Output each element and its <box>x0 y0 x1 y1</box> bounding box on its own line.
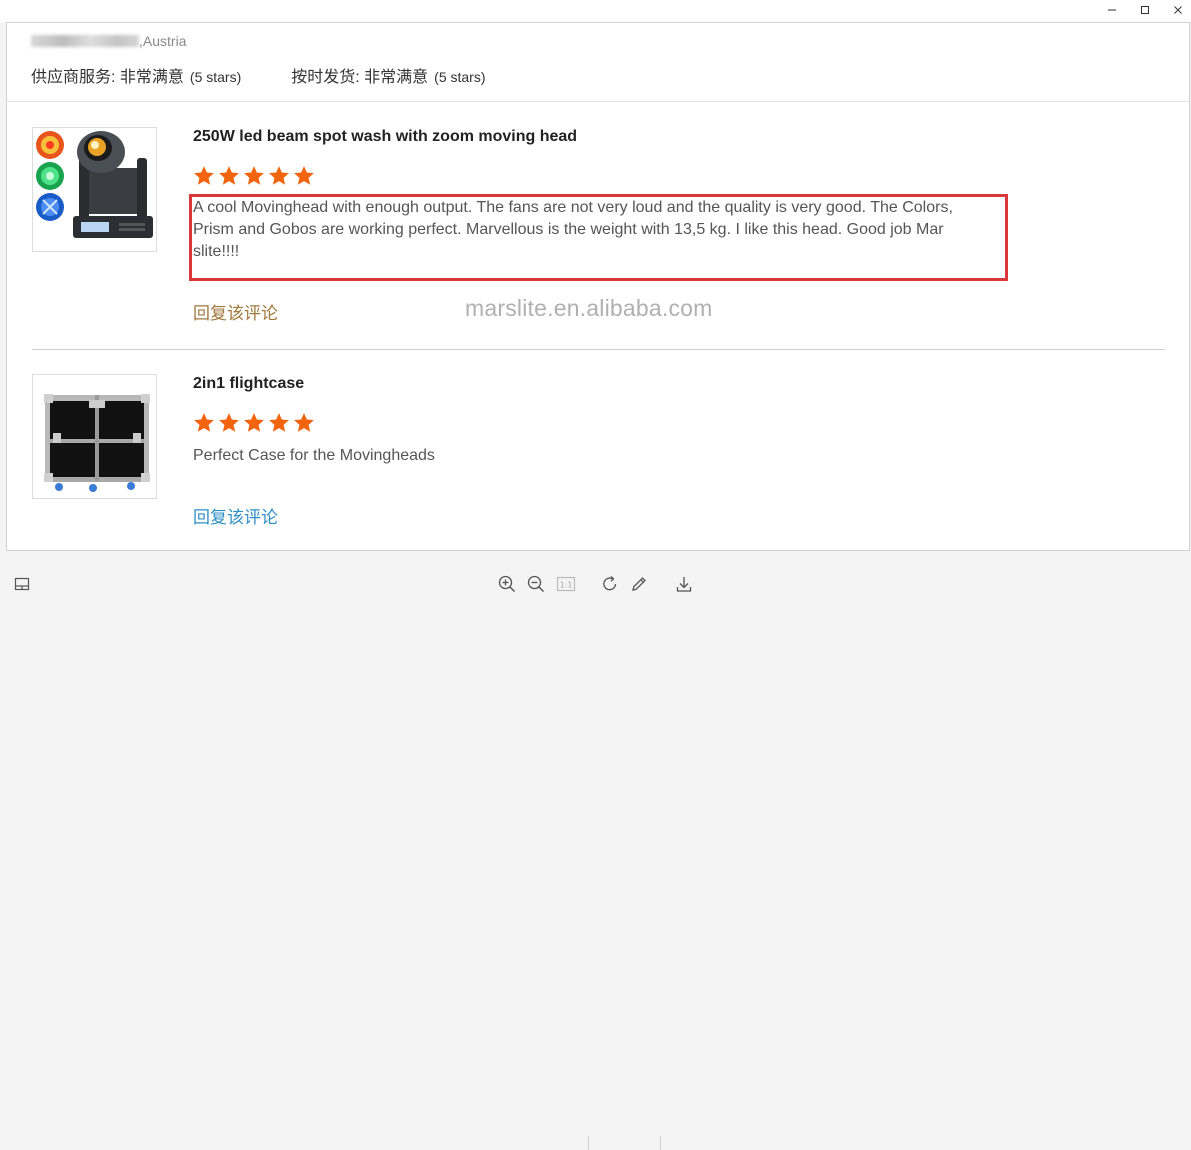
star-icon <box>269 166 289 185</box>
image-viewport: ,Austria 供应商服务: 非常满意 (5 stars) 按时发货: 非常满意… <box>6 22 1190 551</box>
maximize-icon <box>1141 6 1149 14</box>
on-time-shipping-rating: 按时发货: 非常满意 (5 stars) <box>291 63 485 87</box>
reply-link[interactable]: 回复该评论 <box>193 299 278 324</box>
thumbnail-panel-icon <box>14 577 30 591</box>
minimize-button[interactable] <box>1095 0 1129 20</box>
watermark: marslite.en.alibaba.com <box>465 295 713 321</box>
reply-link[interactable]: 回复该评论 <box>193 503 278 528</box>
actual-size-label: 1:1 <box>560 581 573 590</box>
supplier-service-rating: 供应商服务: 非常满意 (5 stars) <box>31 63 241 87</box>
actual-size-button[interactable]: 1:1 <box>556 574 576 594</box>
window-title-bar <box>0 0 1191 22</box>
close-icon <box>1174 6 1182 14</box>
toolbar-divider <box>588 1136 589 1150</box>
review-comment: Perfect Case for the Movingheads <box>193 447 435 464</box>
product-title[interactable]: 2in1 flightcase <box>193 375 304 393</box>
download-button[interactable] <box>674 574 694 594</box>
star-icon <box>244 166 264 185</box>
star-icon <box>194 413 214 432</box>
supplier-ratings: 供应商服务: 非常满意 (5 stars) 按时发货: 非常满意 (5 stars) <box>31 63 486 87</box>
zoom-out-icon <box>527 575 545 593</box>
actual-size-icon: 1:1 <box>556 576 576 592</box>
product-thumbnail-moving-head[interactable] <box>32 127 157 252</box>
close-button[interactable] <box>1161 0 1191 20</box>
star-icon <box>194 166 214 185</box>
location-text: ,Austria <box>139 33 187 49</box>
flightcase-image <box>44 394 150 492</box>
star-icon <box>294 413 314 432</box>
minimize-icon <box>1108 9 1116 11</box>
edit-icon <box>632 577 646 591</box>
download-icon <box>676 577 692 592</box>
zoom-out-button[interactable] <box>526 574 546 594</box>
supplier-service-label: 供应商服务: 非常满意 <box>31 69 184 86</box>
highlight-annotation <box>189 194 1008 281</box>
divider <box>32 349 1165 350</box>
product-thumbnail-flightcase[interactable] <box>32 374 157 499</box>
moving-head-image <box>36 131 153 238</box>
edit-button[interactable] <box>629 574 649 594</box>
product-title[interactable]: 250W led beam spot wash with zoom moving… <box>193 128 577 146</box>
star-rating <box>193 412 315 434</box>
star-icon <box>244 413 264 432</box>
maximize-button[interactable] <box>1128 0 1162 20</box>
thumbnail-panel-button[interactable] <box>12 574 32 594</box>
toolbar-divider <box>660 1136 661 1150</box>
divider <box>7 101 1189 102</box>
supplier-service-stars: (5 stars) <box>189 69 242 85</box>
reviewer-location: ,Austria <box>31 33 186 49</box>
rotate-button[interactable] <box>600 574 620 594</box>
star-icon <box>219 166 239 185</box>
star-icon <box>294 166 314 185</box>
star-rating <box>193 165 315 187</box>
blurred-reviewer-name <box>31 35 139 47</box>
zoom-in-icon <box>498 575 516 593</box>
viewer-toolbar: 1:1 <box>0 560 1191 1150</box>
on-time-shipping-label: 按时发货: 非常满意 <box>291 69 429 86</box>
on-time-shipping-stars: (5 stars) <box>434 69 486 85</box>
zoom-in-button[interactable] <box>497 574 517 594</box>
rotate-icon <box>603 576 617 591</box>
star-icon <box>269 413 289 432</box>
star-icon <box>219 413 239 432</box>
